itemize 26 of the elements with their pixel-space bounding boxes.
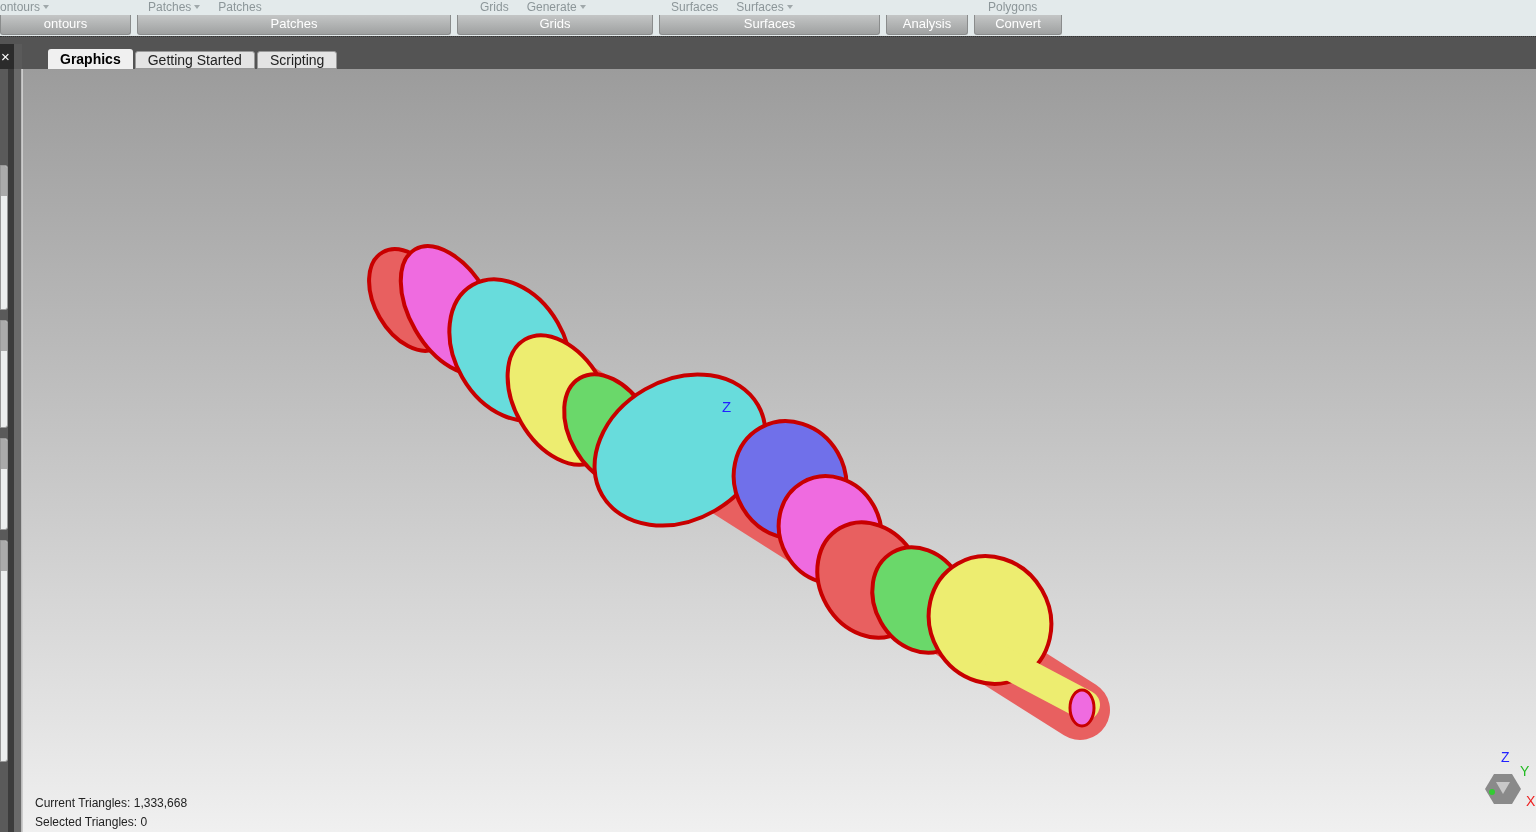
tab[interactable]: Scripting bbox=[256, 51, 338, 69]
ribbon-group-label: Grids bbox=[457, 15, 653, 35]
close-button[interactable]: × bbox=[0, 44, 14, 69]
ribbon-group-label: Patches bbox=[137, 15, 451, 35]
ribbon-command[interactable]: Generate bbox=[526, 0, 577, 14]
ribbon-command[interactable]: Grids bbox=[480, 0, 509, 14]
ribbon-command[interactable]: Surfaces bbox=[671, 0, 719, 14]
axis-label: Y bbox=[1520, 764, 1530, 778]
tab[interactable]: Getting Started bbox=[134, 51, 255, 69]
panel-splitter[interactable] bbox=[14, 69, 22, 832]
ribbon-group-label: Convert bbox=[974, 15, 1062, 35]
tab[interactable]: Graphics bbox=[48, 49, 133, 69]
axis-label: Z bbox=[1501, 750, 1510, 764]
status-text: Selected Triangles: 0 bbox=[35, 814, 149, 831]
ribbon-group-label: Surfaces bbox=[659, 15, 880, 35]
orientation-cube-icon bbox=[1484, 772, 1522, 806]
ribbon-group-label: Analysis bbox=[886, 15, 968, 35]
axis-label: Z bbox=[722, 399, 732, 414]
ribbon-command[interactable]: Surfaces bbox=[736, 0, 784, 14]
ribbon-group-label: ontours bbox=[0, 15, 131, 35]
axis-label: X bbox=[1526, 794, 1536, 808]
ribbon-command[interactable]: Polygons bbox=[988, 0, 1038, 14]
ribbon-command[interactable]: Patches bbox=[218, 0, 262, 14]
status-text: Current Triangles: 1,333,668 bbox=[35, 795, 188, 812]
ribbon-command[interactable]: ontours bbox=[0, 0, 41, 14]
ribbon-command[interactable]: Patches bbox=[148, 0, 192, 14]
